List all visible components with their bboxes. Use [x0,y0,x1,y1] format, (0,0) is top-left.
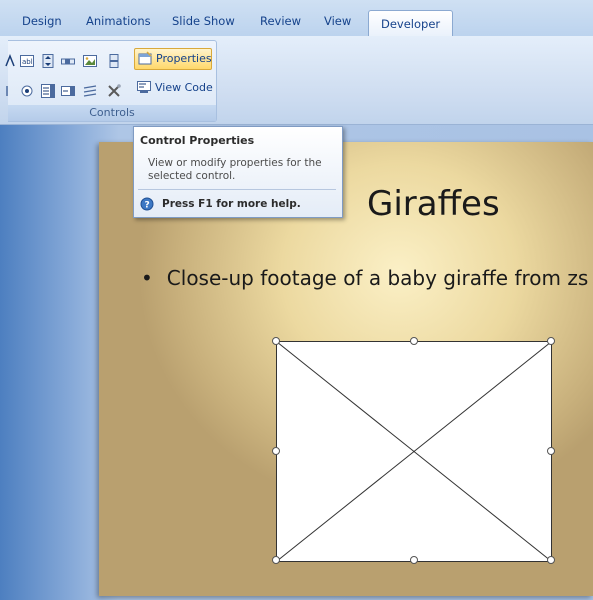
resize-handle-bottom-right[interactable] [547,556,555,564]
tab-animations[interactable]: Animations [86,14,151,28]
tooltip-title: Control Properties [140,134,255,147]
help-icon: ? [140,197,154,211]
resize-handle-top[interactable] [410,337,418,345]
bullet-dot: • [141,266,153,290]
tab-developer[interactable]: Developer [368,10,454,37]
ribbon-tab-strip: Design Animations Slide Show Review View… [0,0,593,37]
view-code-icon [137,81,151,93]
resize-handle-top-left[interactable] [272,337,280,345]
control-placeholder[interactable] [276,341,552,562]
option-icon-partial[interactable] [4,84,18,98]
toggle-icon[interactable] [83,84,97,98]
svg-text:?: ? [145,201,150,211]
properties-icon [138,51,152,65]
tab-slide-show[interactable]: Slide Show [172,14,235,28]
placeholder-cross [277,342,551,561]
resize-handle-left[interactable] [272,447,280,455]
control-properties-tooltip: Control Properties View or modify proper… [133,126,343,218]
tooltip-help-text: Press F1 for more help. [162,198,301,210]
properties-label: Properties [156,52,212,65]
option-icon[interactable] [20,84,34,98]
controls-group: abl Properties View Code Controls [5,40,217,122]
ribbon: abl Properties View Code Controls [0,36,593,125]
slide-title[interactable]: Giraffes [367,184,500,224]
image-icon[interactable] [83,54,97,68]
tab-view[interactable]: View [324,14,351,28]
resize-handle-bottom[interactable] [410,556,418,564]
combo-icon[interactable] [41,84,55,98]
tab-review[interactable]: Review [260,14,301,28]
scrollbar-icon[interactable] [61,54,75,68]
svg-text:abl: abl [22,58,33,66]
spin-icon[interactable] [41,54,55,68]
bullet-item[interactable]: • Close-up footage of a baby giraffe from… [141,266,588,290]
tooltip-description: View or modify properties for the select… [148,157,322,182]
textbox-icon[interactable]: abl [20,54,34,68]
label-icon[interactable] [4,54,18,68]
view-code-label: View Code [155,81,213,94]
properties-button[interactable]: Properties [134,48,212,70]
list-icon[interactable] [61,84,75,98]
resize-handle-bottom-left[interactable] [272,556,280,564]
tab-design[interactable]: Design [22,14,62,28]
view-code-button[interactable]: View Code [134,78,214,98]
resize-handle-right[interactable] [547,447,555,455]
more-controls-icon[interactable] [107,54,121,68]
controls-group-label: Controls [8,105,216,121]
bullet-text: Close-up footage of a baby giraffe from … [166,266,589,290]
tooltip-divider [138,189,336,190]
tools-icon[interactable] [107,84,121,98]
resize-handle-top-right[interactable] [547,337,555,345]
